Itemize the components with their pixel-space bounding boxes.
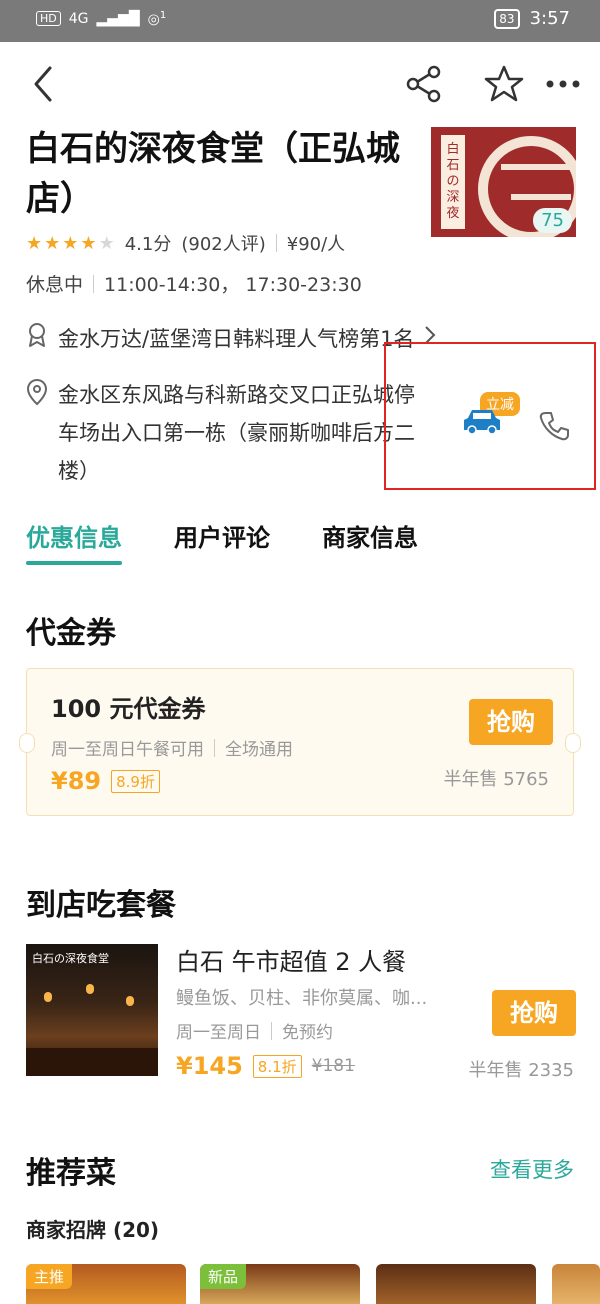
tab-deals[interactable]: 优惠信息 [26, 518, 122, 565]
logo-photo-count: 75 [533, 208, 572, 233]
signature-dishes-title: 商家招牌 (20) [26, 1218, 160, 1242]
phone-icon[interactable] [538, 410, 570, 446]
clock: 3:57 [529, 8, 570, 29]
see-more-link[interactable]: 查看更多 [490, 1154, 574, 1184]
status-bar: HD 4G ▂▄▆█ ◎1 83 3:57 [0, 0, 600, 42]
hotspot-count: 1 [159, 10, 167, 21]
meal-rule: 周一至周日 [176, 1023, 261, 1043]
meal-sold-count: 半年售 2335 [468, 1060, 574, 1081]
voucher-name: 100 元代金券 [51, 695, 206, 723]
hotspot-icon: ◎1 [147, 10, 167, 28]
svg-text:石: 石 [446, 158, 459, 173]
svg-text:白: 白 [446, 141, 459, 157]
dish-card[interactable]: 主推 [26, 1264, 186, 1304]
restaurant-logo[interactable]: 白 石 の 深 夜 75 [431, 127, 576, 237]
rating-stars: ★ ★ ★ ★ ★ [26, 233, 115, 254]
hd-indicator: HD [36, 11, 61, 27]
meal-buy-button[interactable]: 抢购 [492, 990, 576, 1036]
star-icon: ★ [62, 232, 79, 254]
svg-text:深: 深 [446, 190, 459, 205]
network-indicator: 4G [68, 10, 89, 27]
star-icon: ★ [80, 232, 97, 254]
share-icon[interactable] [404, 64, 444, 104]
divider [214, 738, 215, 757]
meal-image[interactable]: 白石の深夜食堂 [26, 944, 158, 1076]
dish-card[interactable] [552, 1264, 600, 1304]
meal-original-price: ¥181 [311, 1056, 355, 1076]
meal-rules: 周一至周日 免预约 [176, 1018, 333, 1043]
voucher-rules: 周一至周日午餐可用 全场通用 [51, 735, 293, 760]
voucher-price: ¥89 [51, 767, 102, 795]
meal-section-title: 到店吃套餐 [26, 888, 176, 923]
divider [275, 234, 277, 252]
voucher-rule: 全场通用 [225, 740, 293, 760]
meal-rule: 免预约 [282, 1023, 333, 1043]
recommend-section-title: 推荐菜 [26, 1156, 116, 1191]
lamp-decoration [86, 984, 94, 994]
voucher-card[interactable]: 100 元代金券 周一至周日午餐可用 全场通用 ¥89 8.9折 抢购 半年售 … [19, 668, 581, 816]
meal-price: ¥145 [176, 1052, 243, 1080]
dish-card[interactable] [376, 1264, 536, 1304]
hours-row: 休息中 11:00-14:30， 17:30-23:30 [26, 270, 362, 297]
meal-image-sign: 白石の深夜食堂 [32, 952, 109, 965]
business-hours: 11:00-14:30， 17:30-23:30 [104, 274, 362, 296]
voucher-notch-right [565, 733, 581, 753]
more-dots-icon[interactable] [544, 64, 584, 104]
address-text: 金水区东风路与科新路交叉口正弘城停车场出入口第一栋（豪丽斯咖啡后方二楼） [58, 383, 415, 483]
svg-text:の: の [446, 174, 459, 189]
restaurant-name: 白石的深夜食堂（正弘城店） [26, 129, 400, 219]
dish-tag: 新品 [200, 1264, 247, 1289]
rating-row: ★ ★ ★ ★ ★ 4.1分 (902人评) ¥90/人 [26, 230, 345, 256]
tab-merchant-info[interactable]: 商家信息 [322, 518, 418, 553]
avg-price: ¥90/人 [286, 234, 346, 255]
dish-tag: 主推 [26, 1264, 73, 1289]
lamp-decoration [44, 992, 52, 1002]
svg-text:夜: 夜 [446, 206, 459, 221]
rank-row[interactable]: 金水万达/蓝堡湾日韩料理人气榜第1名 [26, 322, 436, 353]
tab-reviews[interactable]: 用户评论 [174, 518, 270, 553]
voucher-discount: 8.9折 [111, 769, 160, 793]
nav-bar [0, 50, 600, 116]
meal-image-counter [26, 1048, 158, 1076]
meal-name[interactable]: 白石 午市超值 2 人餐 [176, 942, 406, 977]
voucher-rule: 周一至周日午餐可用 [51, 740, 204, 760]
location-pin-icon [26, 378, 48, 410]
divider [271, 1021, 272, 1040]
dish-card[interactable]: 新品 [200, 1264, 360, 1304]
meal-description: 鳗鱼饭、贝柱、非你莫属、咖... [176, 988, 428, 1009]
car-icon[interactable] [462, 406, 502, 440]
star-icon: ★ [98, 232, 115, 254]
star-icon: ★ [26, 232, 43, 254]
rating-score: 4.1分 [124, 234, 172, 255]
meal-price-row: ¥145 8.1折 ¥181 [176, 1052, 355, 1080]
voucher-price-row: ¥89 8.9折 [51, 767, 160, 795]
divider [93, 274, 95, 293]
star-outline-icon[interactable] [484, 64, 524, 104]
signal-icon: ▂▄▆█ [96, 10, 140, 27]
voucher-notch-left [19, 733, 35, 753]
back-arrow-icon[interactable] [24, 64, 64, 104]
battery-icon: 83 [494, 8, 520, 29]
review-count[interactable]: (902人评) [181, 230, 265, 256]
rank-text: 金水万达/蓝堡湾日韩料理人气榜第1名 [58, 326, 415, 351]
star-icon: ★ [44, 232, 61, 254]
voucher-sold-count: 半年售 5765 [443, 769, 549, 790]
voucher-buy-button[interactable]: 抢购 [469, 699, 553, 745]
tab-bar: 优惠信息 用户评论 商家信息 [26, 518, 418, 565]
voucher-section-title: 代金券 [26, 616, 116, 651]
award-ribbon-icon [26, 322, 48, 353]
meal-discount: 8.1折 [252, 1054, 302, 1078]
business-status: 休息中 [26, 274, 84, 296]
lamp-decoration [126, 996, 134, 1006]
